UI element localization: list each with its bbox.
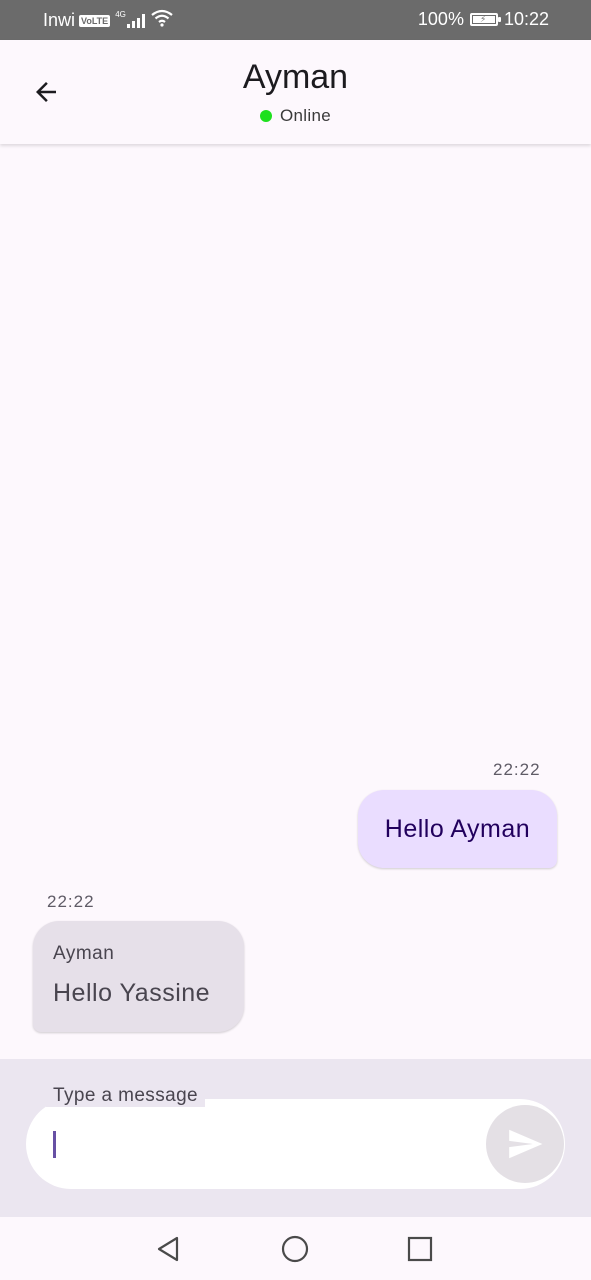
nav-recents-button[interactable] [404,1233,436,1265]
status-bar-left: Inwi VoLTE 4G [43,9,173,32]
signal-icon [126,13,145,28]
volte-badge: VoLTE [79,14,111,27]
message-input[interactable] [26,1099,565,1189]
status-bar-right: 100% ⚡ 10:22 [418,9,549,30]
presence-label: Online [280,106,331,125]
wifi-icon [151,9,173,32]
battery-percent: 100% [417,9,464,29]
network-type-label: 4G [115,10,126,19]
sent-message-bubble[interactable]: Hello Ayman [358,790,557,868]
message-composer: Type a message [0,1059,591,1217]
carrier-label: Inwi [43,10,76,30]
clock: 10:22 [503,9,549,29]
nav-back-button[interactable] [152,1233,184,1265]
contact-name: Ayman [242,58,349,96]
send-icon [509,1129,543,1159]
status-bar: Inwi VoLTE 4G 100% ⚡ 10:22 [0,0,591,40]
online-dot-icon [260,110,273,122]
received-message-bubble[interactable]: Ayman Hello Yassine [33,921,244,1032]
nav-home-icon [281,1235,309,1263]
send-button[interactable] [486,1105,564,1183]
message-sender: Ayman [53,943,115,964]
message-time: 22:22 [493,760,541,779]
message-text: Hello Yassine [53,979,211,1007]
chat-header: Ayman Online [0,40,591,144]
nav-recents-icon [407,1236,433,1262]
battery-icon: ⚡ [469,13,501,26]
nav-home-button[interactable] [279,1233,311,1265]
message-time: 22:22 [47,892,95,911]
message-input-label: Type a message [46,1085,206,1107]
presence-status: Online [0,106,591,126]
message-text: Hello Ayman [384,814,531,843]
text-cursor [53,1131,56,1158]
nav-back-icon [157,1236,179,1262]
system-navigation-bar [0,1217,591,1280]
